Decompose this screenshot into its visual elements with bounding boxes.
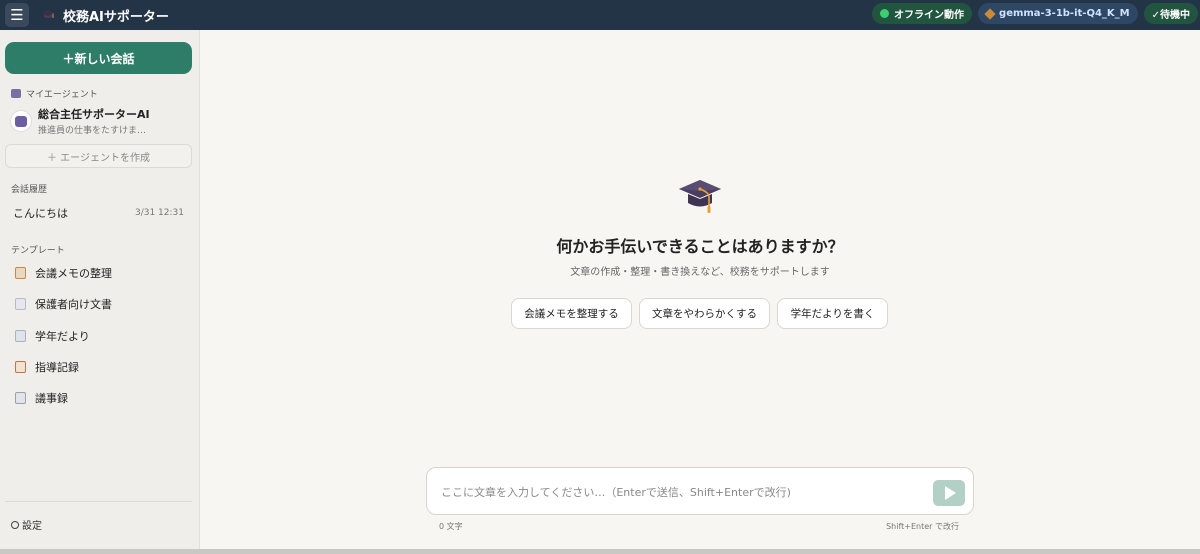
template-item-meeting-memo[interactable]: 会議メモの整理	[5, 261, 192, 285]
agent-item[interactable]: 総合主任サポーターAI 推進員の仕事をたすけま…	[5, 106, 192, 136]
template-label: 指導記録	[35, 361, 79, 374]
settings-label: 設定	[22, 521, 42, 532]
history-item[interactable]: こんにちは 3/31 12:31	[5, 202, 192, 224]
memo-icon	[15, 267, 26, 279]
history-heading: 会話履歴	[11, 185, 48, 195]
notebook-icon	[15, 392, 26, 404]
create-agent-button[interactable]: ＋ エージェントを作成	[5, 144, 192, 168]
template-item-newsletter[interactable]: 学年だより	[5, 324, 192, 348]
sidebar: ＋新しい会話 マイエージェント 総合主任サポーターAI 推進員の仕事をたすけま……	[0, 30, 200, 549]
online-dot-icon	[880, 9, 890, 18]
top-bar: ☰ 校務AIサポーター オフライン動作 gemma-3-1b-it-Q4_K_M…	[0, 0, 1200, 30]
window-bottom-edge	[0, 549, 1200, 554]
divider	[5, 501, 192, 502]
message-input[interactable]	[441, 482, 921, 502]
app-title: 校務AIサポーター	[63, 9, 169, 25]
template-label: 学年だより	[35, 330, 90, 343]
robot-icon	[11, 89, 21, 98]
offline-label: オフライン動作	[894, 10, 965, 21]
template-item-parent-letter[interactable]: 保護者向け文書	[5, 292, 192, 316]
hamburger-icon[interactable]: ☰	[5, 3, 29, 27]
model-badge[interactable]: gemma-3-1b-it-Q4_K_M	[978, 3, 1138, 24]
template-item-guidance-record[interactable]: 指導記録	[5, 355, 192, 379]
agent-name: 総合主任サポーターAI	[38, 108, 150, 121]
message-composer	[426, 467, 974, 515]
graduation-cap-icon	[678, 176, 722, 216]
history-title: こんにちは	[13, 207, 68, 220]
robot-icon	[10, 110, 32, 132]
welcome-subtitle: 文章の作成・整理・書き換えなど、校務をサポートします	[570, 267, 830, 278]
my-agents-heading: マイエージェント	[11, 87, 98, 100]
char-count: 0 文字	[439, 522, 463, 531]
template-label: 会議メモの整理	[35, 267, 112, 280]
cube-icon	[984, 7, 996, 20]
newspaper-icon	[15, 330, 26, 342]
history-time: 3/31 12:31	[134, 208, 184, 218]
my-agents-label: マイエージェント	[26, 90, 98, 100]
gear-icon	[11, 520, 19, 529]
send-icon	[944, 486, 956, 500]
suggestion-button-organize-memo[interactable]: 会議メモを整理する	[511, 298, 632, 329]
welcome-title: 何かお手伝いできることはありますか？	[556, 237, 844, 256]
newline-hint: Shift+Enter で改行	[886, 522, 959, 531]
offline-badge: オフライン動作	[872, 3, 973, 24]
template-item-minutes[interactable]: 議事録	[5, 386, 192, 410]
send-button[interactable]	[933, 480, 965, 506]
agent-desc: 推進員の仕事をたすけま…	[38, 126, 147, 136]
suggestion-button-soften-text[interactable]: 文章をやわらかくする	[639, 298, 770, 329]
clipboard-icon	[15, 361, 26, 373]
template-label: 保護者向け文書	[35, 298, 112, 311]
templates-heading: テンプレート	[11, 246, 65, 256]
suggestion-button-newsletter[interactable]: 学年だよりを書く	[777, 298, 888, 329]
status-label: ✓待機中	[1151, 10, 1190, 21]
model-label: gemma-3-1b-it-Q4_K_M	[999, 8, 1130, 19]
graduation-cap-icon	[41, 8, 55, 22]
settings-button[interactable]: 設定	[11, 517, 42, 532]
document-icon	[15, 298, 26, 310]
status-badge: ✓待機中	[1143, 3, 1198, 24]
template-label: 議事録	[35, 392, 68, 405]
new-chat-button[interactable]: ＋新しい会話	[5, 42, 192, 74]
